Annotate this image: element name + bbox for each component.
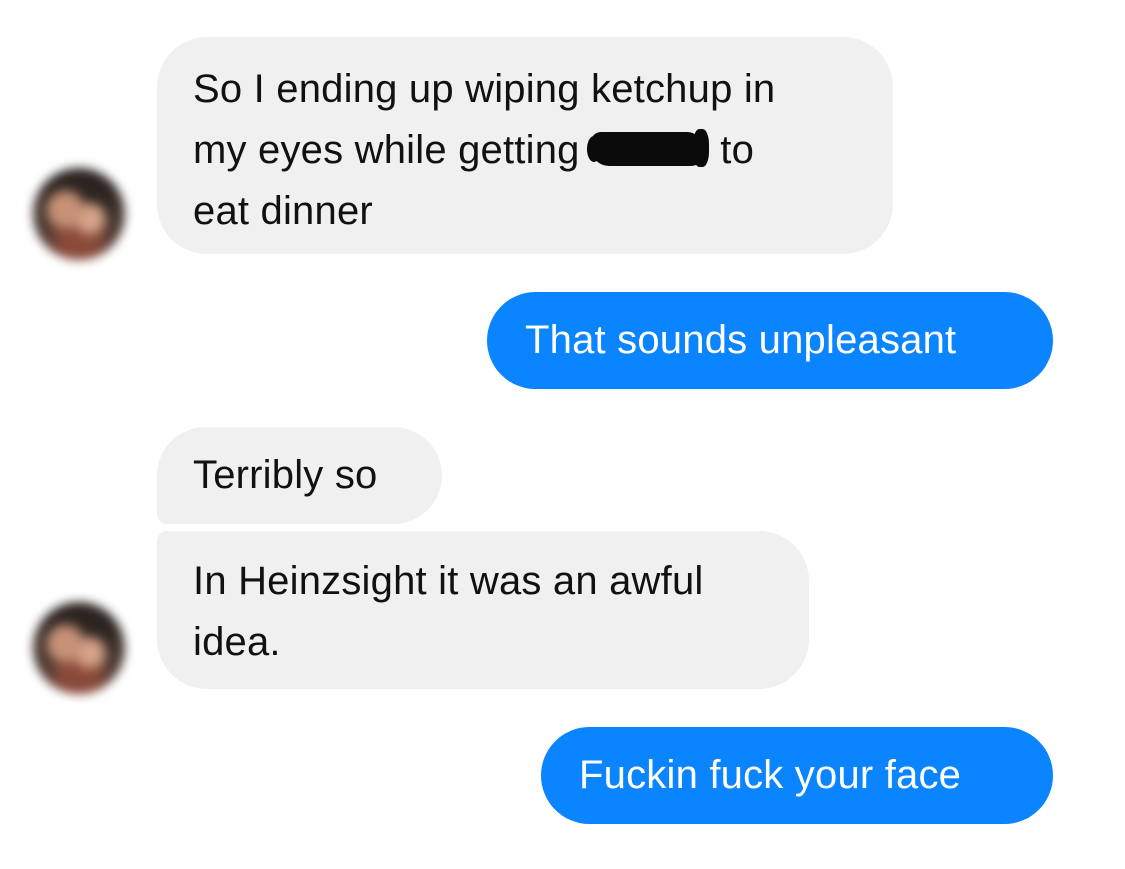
contact-avatar-icon[interactable] (33, 168, 125, 260)
message-line: my eyes while getting to (193, 120, 857, 181)
outgoing-message-bubble[interactable]: That sounds unpleasant (487, 292, 1053, 389)
message-line: eat dinner (193, 189, 373, 233)
incoming-message-bubble[interactable]: Terribly so (157, 427, 442, 524)
message-line: So I ending up wiping ketchup in (193, 67, 776, 111)
outgoing-message-bubble[interactable]: Fuckin fuck your face (541, 727, 1053, 824)
message-line: In Heinzsight it was an awful (193, 559, 704, 603)
message-thread: So I ending up wiping ketchup in my eyes… (0, 0, 1125, 869)
message-text: Terribly so (193, 453, 378, 497)
message-text: to (720, 128, 755, 172)
message-line: idea. (193, 620, 281, 664)
contact-avatar-icon[interactable] (33, 602, 125, 694)
message-text: my eyes while getting (193, 128, 580, 172)
message-text: Fuckin fuck your face (579, 753, 962, 797)
message-text: That sounds unpleasant (525, 318, 957, 362)
incoming-message-bubble[interactable]: So I ending up wiping ketchup in my eyes… (157, 37, 893, 254)
redacted-name-scribble-icon (586, 129, 709, 168)
incoming-message-bubble[interactable]: In Heinzsight it was an awful idea. (157, 531, 809, 689)
